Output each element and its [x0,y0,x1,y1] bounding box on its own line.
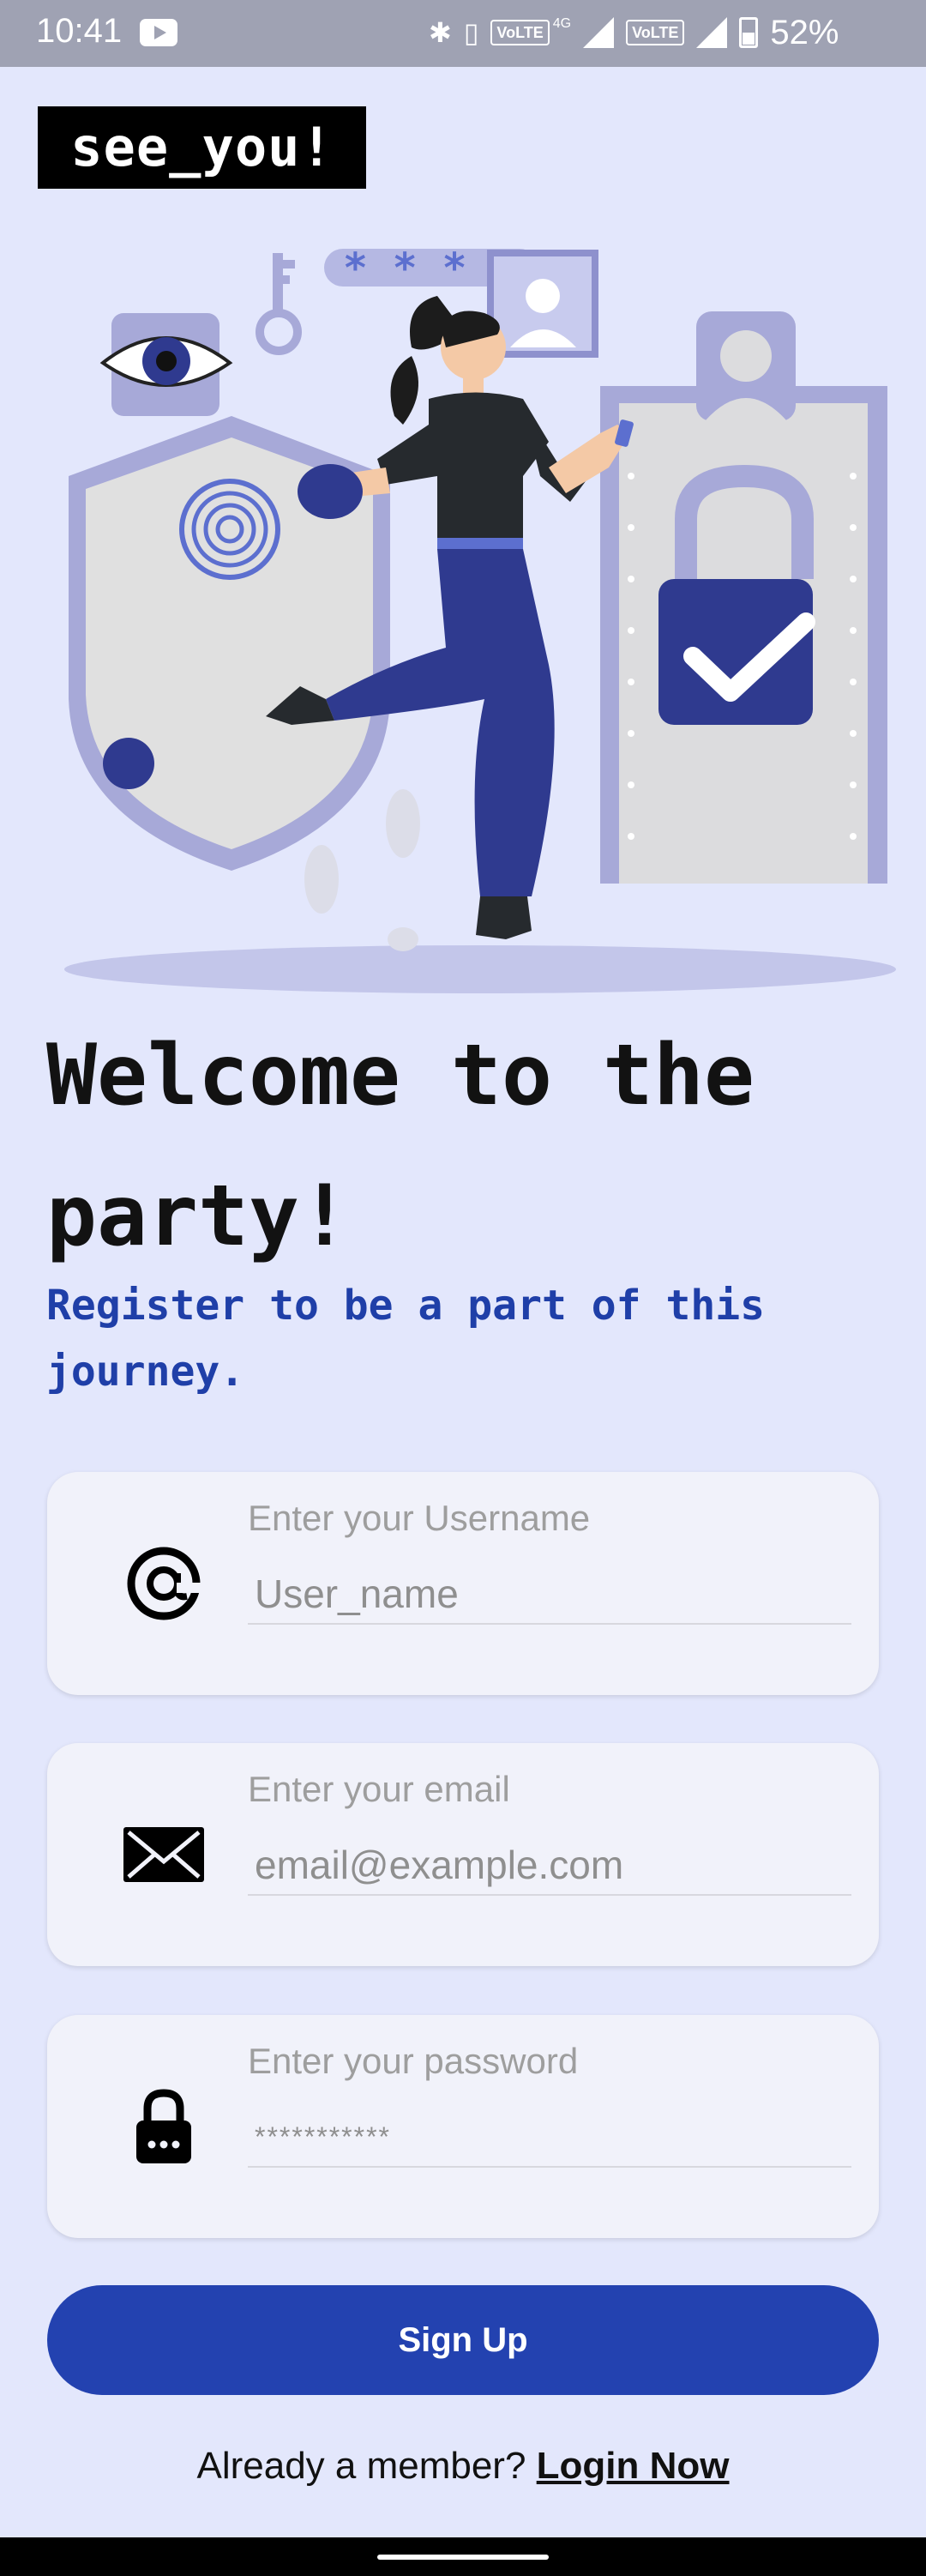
status-time: 10:41 [36,12,123,50]
sign-up-button[interactable]: Sign Up [47,2285,879,2395]
app-logo: see_you! [38,106,366,189]
battery-percent: 52% [770,13,839,51]
status-bar: 10:41 ✱ ▯ VoLTE 4G VoLTE 52% [0,0,926,67]
network-type: 4G [552,16,572,31]
login-prompt-text: Already a member? [196,2445,526,2487]
password-label: Enter your password [248,2041,579,2081]
volte-badge: VoLTE [490,20,550,45]
battery-icon [739,17,759,48]
lock-icon [123,2085,205,2168]
password-card: Enter your password [47,2015,879,2238]
envelope-icon [123,1813,205,1896]
youtube-icon [140,19,177,46]
key-icon [256,309,302,355]
username-input[interactable] [248,1565,851,1625]
login-prompt-row: Already a member? Login Now [0,2445,926,2488]
signal-icon [583,17,615,48]
home-gesture-handle[interactable] [377,2555,549,2560]
welcome-title: Welcome to the party! [46,1027,755,1265]
welcome-subtitle: Register to be a part of this journey. [46,1282,766,1396]
password-input[interactable] [248,2108,851,2168]
email-label: Enter your email [248,1769,510,1809]
security-illustration: * * * * [64,244,896,993]
navigation-bar [0,2537,926,2576]
ground-shadow [64,945,896,993]
at-sign-icon [123,1542,205,1625]
username-card: Enter your Username [47,1472,879,1695]
vibrate-icon: ▯ [463,17,479,48]
signal-icon-2 [696,17,728,48]
login-now-link[interactable]: Login Now [537,2445,730,2487]
bluetooth-icon: ✱ [429,17,452,48]
email-card: Enter your email [47,1743,879,1966]
volte-badge-2: VoLTE [626,20,685,45]
status-icons: ✱ ▯ VoLTE 4G VoLTE 52% [429,12,839,53]
username-label: Enter your Username [248,1498,591,1538]
email-input[interactable] [248,1836,851,1896]
